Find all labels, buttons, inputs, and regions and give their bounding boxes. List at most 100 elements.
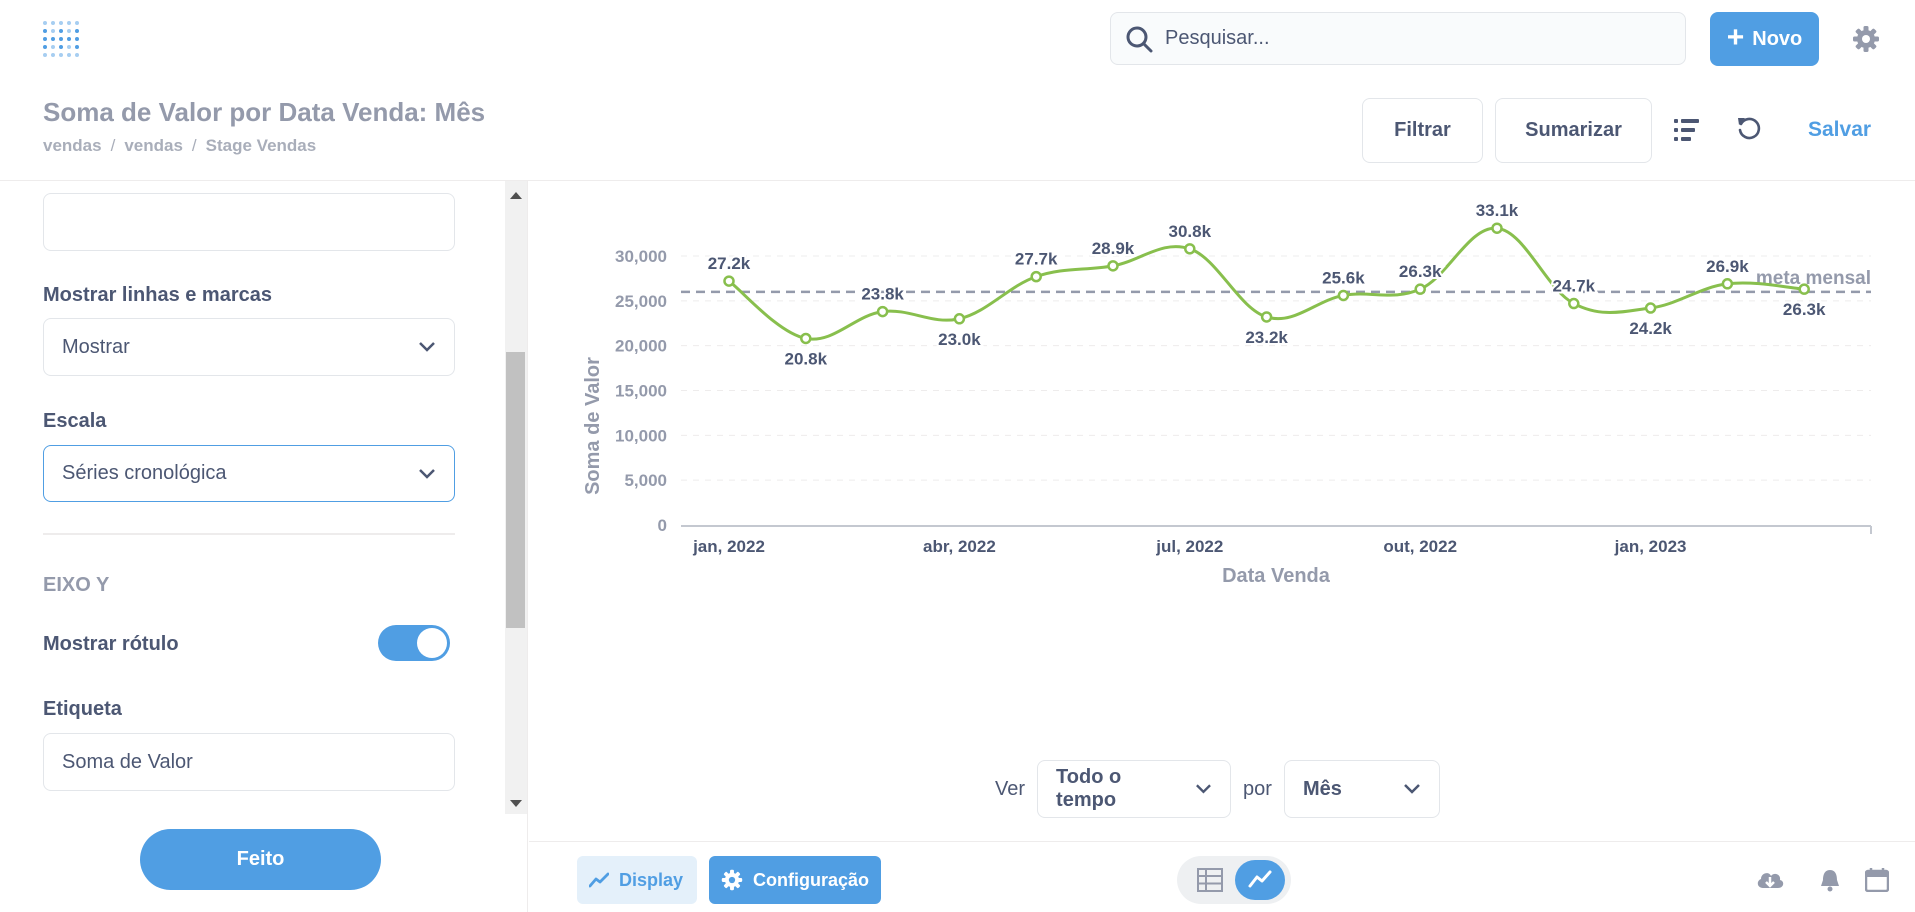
- scroll-up-arrow-icon[interactable]: [510, 192, 522, 199]
- scale-label: Escala: [43, 410, 107, 432]
- scale-value: Séries cronológica: [62, 462, 227, 484]
- text-input-field[interactable]: [43, 193, 455, 251]
- chevron-down-icon: [419, 342, 435, 352]
- plus-icon: +: [1726, 21, 1745, 54]
- done-button[interactable]: Feito: [140, 829, 381, 890]
- refresh-icon[interactable]: [1736, 115, 1762, 141]
- y-tick-label: 5,000: [624, 471, 667, 490]
- y-tick-label: 10,000: [615, 426, 667, 445]
- chart-area: 0 5,000 10,000 15,000 20,000 25,000 30,000 jan,…: [529, 181, 1915, 741]
- breadcrumb-item[interactable]: Stage Vendas: [206, 136, 317, 156]
- data-point: [1568, 297, 1580, 310]
- gear-icon[interactable]: [1852, 25, 1880, 53]
- download-icon[interactable]: [1755, 868, 1785, 892]
- x-tick-label: jul, 2022: [1155, 537, 1223, 556]
- data-point: [723, 275, 735, 287]
- breadcrumb-item[interactable]: vendas: [124, 136, 183, 156]
- data-label: 20.8k: [785, 349, 828, 368]
- data-label: 23.2k: [1245, 328, 1288, 347]
- question-header: Soma de Valor por Data Venda: Mês vendas…: [0, 80, 1915, 181]
- etiqueta-input[interactable]: Soma de Valor: [43, 733, 455, 791]
- y-tick-label: 20,000: [615, 337, 667, 356]
- save-button[interactable]: Salvar: [1808, 118, 1871, 142]
- scrollbar-thumb[interactable]: [506, 352, 525, 628]
- line-chart[interactable]: 0 5,000 10,000 15,000 20,000 25,000 30,000 jan,…: [529, 181, 1915, 741]
- line-chart-icon: [589, 872, 609, 888]
- chevron-down-icon: [419, 468, 435, 479]
- filter-button[interactable]: Filtrar: [1362, 98, 1483, 163]
- data-label: 23.8k: [861, 285, 904, 304]
- data-point: [1491, 222, 1503, 234]
- settings-sidebar: Mostrar linhas e marcas Mostrar Escala S…: [0, 181, 528, 912]
- y-axis-title: Soma de Valor: [582, 357, 604, 495]
- app: + Novo Soma de Valor por Data Venda: Mês…: [0, 0, 1915, 912]
- top-nav: + Novo: [0, 0, 1915, 80]
- ver-label: Ver: [995, 777, 1026, 800]
- page-title[interactable]: Soma de Valor por Data Venda: Mês: [43, 97, 485, 128]
- bell-icon[interactable]: [1819, 868, 1841, 892]
- y-tick-label: 0: [658, 516, 667, 535]
- summarize-button[interactable]: Sumarizar: [1495, 98, 1652, 163]
- data-point: [1030, 270, 1042, 283]
- data-point: [1414, 283, 1426, 295]
- configuration-button[interactable]: Configuração: [709, 856, 881, 904]
- y-tick-label: 15,000: [615, 382, 667, 401]
- new-button-label: Novo: [1752, 27, 1803, 50]
- data-label: 23.0k: [938, 330, 981, 349]
- calendar-icon[interactable]: [1865, 868, 1889, 892]
- breadcrumb: vendas / vendas / Stage Vendas: [43, 136, 316, 156]
- scale-select[interactable]: Séries cronológica: [43, 445, 455, 502]
- chevron-down-icon: [1404, 784, 1420, 794]
- lines-marks-value: Mostrar: [62, 335, 130, 358]
- data-label: 30.8k: [1169, 222, 1212, 241]
- toggle-knob: [417, 628, 447, 658]
- data-point: [953, 313, 966, 325]
- data-point: [1260, 311, 1273, 323]
- data-label: 24.2k: [1629, 319, 1672, 338]
- data-label: 26.3k: [1399, 262, 1442, 281]
- etiqueta-value: Soma de Valor: [62, 750, 193, 773]
- data-point: [1644, 302, 1657, 314]
- new-button[interactable]: + Novo: [1710, 12, 1819, 66]
- line-chart-icon: [1248, 870, 1272, 888]
- data-label: 28.9k: [1092, 239, 1135, 258]
- display-button[interactable]: Display: [577, 856, 697, 904]
- search-bar[interactable]: [1110, 12, 1686, 65]
- y-tick-label: 25,000: [615, 292, 667, 311]
- footer-bar: Display Configuração: [529, 841, 1915, 912]
- display-button-label: Display: [619, 869, 684, 890]
- granularity-value: Mês: [1302, 777, 1342, 800]
- chart-view-toggle[interactable]: [1235, 860, 1285, 900]
- granularity-select[interactable]: Mês: [1283, 760, 1440, 818]
- section-divider: [43, 533, 455, 535]
- logo-icon[interactable]: [40, 18, 82, 60]
- view-toggle: [1177, 856, 1291, 904]
- notebook-editor-icon[interactable]: [1674, 118, 1700, 142]
- data-label: 33.1k: [1476, 201, 1519, 220]
- period-select[interactable]: Todo o tempo: [1037, 760, 1232, 818]
- breadcrumb-item[interactable]: vendas: [43, 136, 102, 156]
- gear-icon: [721, 869, 743, 891]
- data-label: 27.2k: [708, 254, 751, 273]
- show-label-toggle[interactable]: [378, 625, 450, 661]
- x-axis-title: Data Venda: [1222, 565, 1331, 587]
- x-tick-label: abr, 2022: [923, 537, 996, 556]
- x-tick-label: out, 2022: [1383, 537, 1457, 556]
- data-point: [1721, 278, 1734, 290]
- chevron-down-icon: [1196, 784, 1211, 794]
- time-controls: Ver Todo o tempo por Mês: [995, 760, 1440, 818]
- data-point: [876, 305, 889, 318]
- search-icon: [1126, 26, 1153, 52]
- search-input[interactable]: [1165, 27, 1685, 50]
- data-label: 26.9k: [1706, 257, 1749, 276]
- data-label: 27.7k: [1015, 250, 1058, 269]
- table-icon[interactable]: [1197, 868, 1223, 892]
- breadcrumb-separator: /: [191, 136, 197, 155]
- data-point: [1107, 260, 1119, 272]
- scroll-down-arrow-icon[interactable]: [510, 800, 522, 807]
- lines-marks-select[interactable]: Mostrar: [43, 318, 455, 376]
- data-label: 26.3k: [1783, 300, 1826, 319]
- x-tick-label: jan, 2022: [692, 537, 765, 556]
- lines-marks-label: Mostrar linhas e marcas: [43, 284, 272, 306]
- y-tick-label: 30,000: [615, 247, 667, 266]
